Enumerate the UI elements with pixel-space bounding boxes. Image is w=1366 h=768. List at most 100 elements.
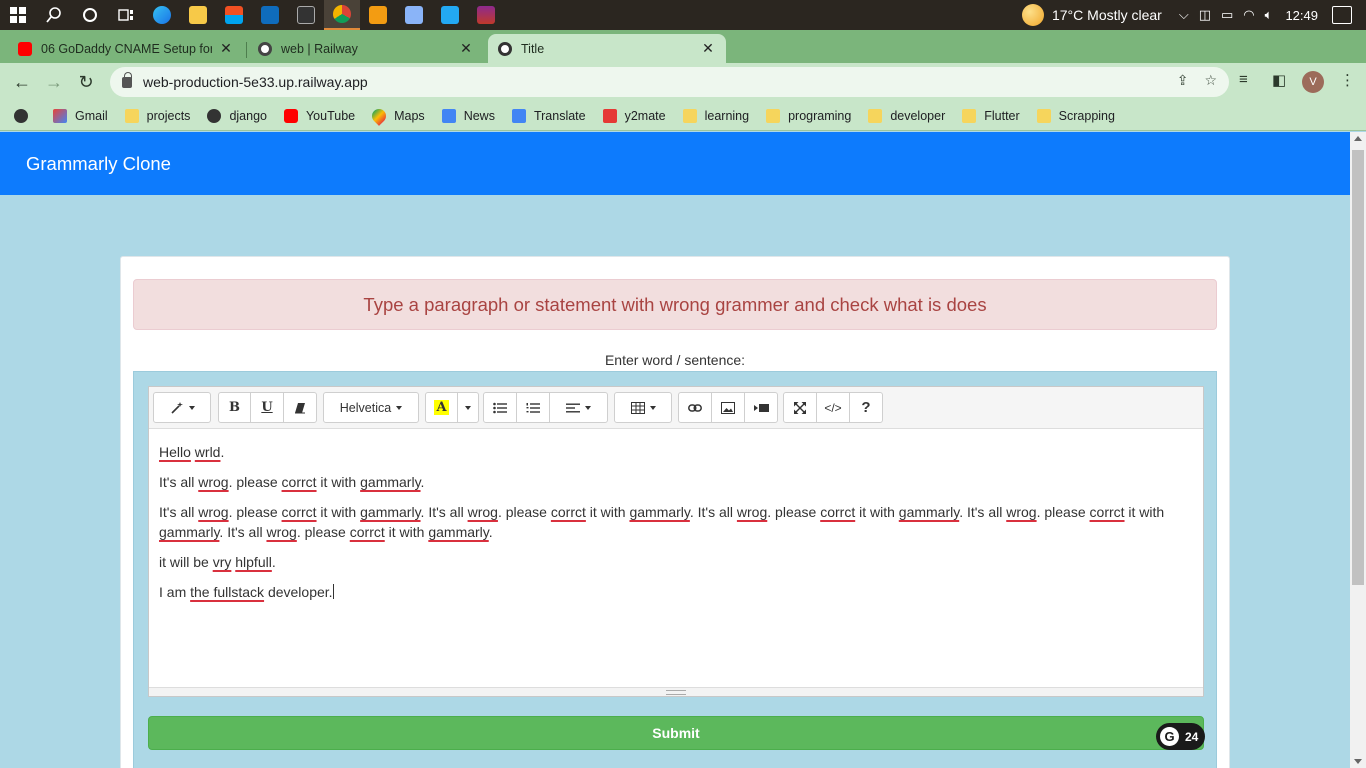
table-dropdown[interactable] [614,392,672,423]
reload-icon[interactable]: ↻ [70,66,102,98]
mail-app-icon[interactable] [252,0,288,30]
spelling-error-word[interactable]: wrld [195,444,221,460]
winrar-app-icon[interactable] [468,0,504,30]
bookmark-maps[interactable]: Maps [369,105,425,126]
forward-arrow-icon[interactable]: → [38,66,70,98]
edge-app-icon[interactable] [144,0,180,30]
bookmark-flutter[interactable]: Flutter [962,108,1020,123]
chrome-app-icon[interactable] [324,0,360,30]
ordered-list-button[interactable] [516,392,550,423]
spelling-error-word[interactable]: the fullstack [190,584,264,600]
bookmark-developer[interactable]: developer [868,108,945,123]
bookmark-projects[interactable]: projects [124,108,190,123]
bookmark-django[interactable]: django [207,108,267,123]
wifi-icon[interactable]: ◠ [1243,7,1254,23]
volume-icon[interactable]: 🔈︎ [1265,7,1273,23]
close-tab-icon[interactable]: ✕ [458,40,474,57]
page-scrollbar[interactable] [1350,132,1366,768]
bookmark-learning[interactable]: learning [682,108,749,123]
vscode-app-icon[interactable] [432,0,468,30]
spelling-error-word[interactable]: corrct [350,524,385,540]
store-app-icon[interactable] [216,0,252,30]
bookmark-programing[interactable]: programing [766,108,851,123]
weather-text[interactable]: 17°C Mostly clear [1052,7,1162,23]
file-explorer-app-icon[interactable] [180,0,216,30]
tab-godaddy[interactable]: 06 GoDaddy CNAME Setup for P ✕ [8,34,244,63]
editor-resize-handle[interactable] [149,687,1203,696]
font-family-dropdown[interactable]: Helvetica [323,392,419,423]
spelling-error-word[interactable]: corrct [282,474,317,490]
grammarly-badge[interactable]: G 24 [1156,723,1205,750]
spelling-error-word[interactable]: gammarly [360,474,420,490]
spelling-error-word[interactable]: Hello [159,444,191,460]
spelling-error-word[interactable]: corrct [551,504,586,520]
back-arrow-icon[interactable]: ← [6,66,38,98]
editor-content[interactable]: Hello wrld. It's all wrog. please corrct… [159,442,1194,612]
scrollbar-thumb[interactable] [1352,150,1364,585]
spelling-error-word[interactable]: gammarly [899,504,959,520]
cortana-icon[interactable] [72,0,108,30]
insert-link-button[interactable] [678,392,712,423]
terminal-app-icon[interactable] [288,0,324,30]
more-menu-icon[interactable]: ⋮ [1340,71,1355,89]
spelling-error-word[interactable]: wrog [266,524,296,540]
windows-start-icon[interactable] [0,0,36,30]
spelling-error-word[interactable]: wrog [1006,504,1036,520]
side-panel-icon[interactable]: ◧ [1272,71,1286,89]
chevron-up-icon[interactable]: ⌵ [1179,7,1189,23]
notepad-app-icon[interactable] [396,0,432,30]
battery-icon[interactable]: ▭ [1221,7,1233,23]
share-icon[interactable]: ⇪ [1177,72,1189,89]
spelling-error-word[interactable]: gammarly [428,524,488,540]
clock[interactable]: 12:49 [1285,8,1318,23]
task-view-icon[interactable] [108,0,144,30]
reading-list-icon[interactable]: ≡ [1239,71,1248,88]
tab-title-active[interactable]: Title ✕ [488,34,726,63]
color-dropdown-button[interactable] [457,392,479,423]
help-button[interactable]: ? [849,392,883,423]
spelling-error-word[interactable]: gammarly [360,504,420,520]
meet-now-icon[interactable]: ◫ [1199,7,1211,23]
fullscreen-button[interactable] [783,392,817,423]
bookmark-youtube[interactable]: YouTube [283,108,355,123]
lock-icon[interactable] [122,71,132,88]
text-color-button[interactable]: A [425,392,458,423]
bookmark-news[interactable]: News [441,108,495,123]
spelling-error-word[interactable]: corrct [820,504,855,520]
clear-format-button[interactable] [283,392,317,423]
close-tab-icon[interactable]: ✕ [700,40,716,57]
spelling-error-word[interactable]: wrog [198,474,228,490]
spelling-error-word[interactable]: corrct [1090,504,1125,520]
spelling-error-word[interactable]: corrct [282,504,317,520]
paragraph-align-dropdown[interactable] [549,392,608,423]
bookmark-translate[interactable]: Translate [511,108,586,123]
app-brand[interactable]: Grammarly Clone [26,153,171,175]
address-bar[interactable]: web-production-5e33.up.railway.app ⇪ ☆ [110,67,1229,97]
code-view-button[interactable]: </> [816,392,850,423]
bookmark-scrapping[interactable]: Scrapping [1036,108,1115,123]
url-text[interactable]: web-production-5e33.up.railway.app [143,74,368,90]
tab-railway[interactable]: web | Railway ✕ [248,34,484,63]
spelling-error-word[interactable]: wrog [468,504,498,520]
close-tab-icon[interactable]: ✕ [218,40,234,57]
underline-button[interactable]: U [250,392,284,423]
bold-button[interactable]: B [218,392,251,423]
bookmark-star-icon[interactable]: ☆ [1204,72,1217,89]
spelling-error-word[interactable]: gammarly [159,524,219,540]
spelling-error-word[interactable]: wrog [737,504,767,520]
insert-video-button[interactable] [744,392,778,423]
bookmark-gmail[interactable]: Gmail [53,108,108,123]
scroll-up-arrow-icon[interactable] [1354,136,1362,141]
submit-button[interactable]: Submit [148,716,1204,750]
notification-icon[interactable] [1332,6,1352,24]
magic-wand-style-button[interactable] [153,392,211,423]
bookmark-y2mate[interactable]: y2mate [602,108,666,123]
spelling-error-word[interactable]: vry [213,554,232,570]
search-icon[interactable] [36,0,72,30]
unordered-list-button[interactable] [483,392,517,423]
spelling-error-word[interactable]: gammarly [629,504,689,520]
profile-avatar[interactable]: V [1302,71,1324,93]
spelling-error-word[interactable]: hlpfull [235,554,272,570]
spelling-error-word[interactable]: wrog [198,504,228,520]
scroll-down-arrow-icon[interactable] [1354,759,1362,764]
